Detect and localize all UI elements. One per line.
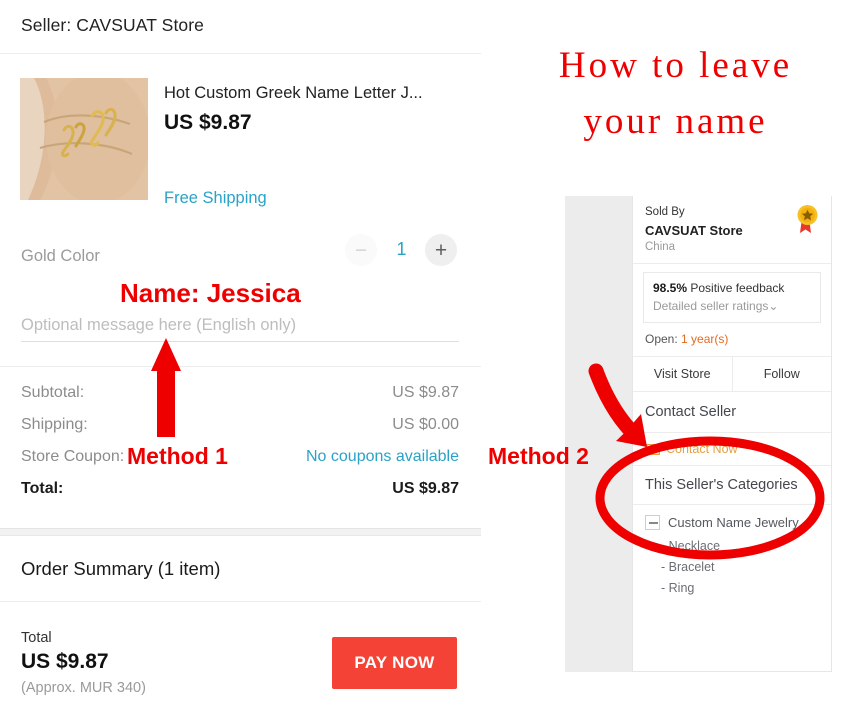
seller-action-row: Visit Store Follow xyxy=(633,357,831,392)
feedback-label: Positive feedback xyxy=(690,281,785,295)
category-child-bracelet[interactable]: - Bracelet xyxy=(633,555,831,576)
contact-now-link[interactable]: Contact Now xyxy=(633,433,831,466)
contact-seller-header: Contact Seller xyxy=(633,392,831,433)
seller-categories-header: This Seller's Categories xyxy=(633,466,831,505)
section-separator-band xyxy=(0,528,481,536)
feedback-box: 98.5% Positive feedback Detailed seller … xyxy=(643,272,821,323)
category-root-label: Custom Name Jewelry xyxy=(668,515,799,530)
name-annotation-label: Name: Jessica xyxy=(120,278,301,308)
pay-total-label: Total xyxy=(21,630,52,646)
totals-row-total: Total: US $9.87 xyxy=(0,476,481,508)
quantity-decrease-button[interactable]: − xyxy=(345,234,377,266)
totals-list: Subtotal: US $9.87 Shipping: US $0.00 St… xyxy=(0,380,481,508)
order-summary-title: Order Summary (1 item) xyxy=(21,558,221,579)
detailed-ratings-toggle[interactable]: Detailed seller ratings⌄ xyxy=(653,299,811,313)
pay-total-value: US $9.87 xyxy=(21,650,109,673)
detailed-ratings-label: Detailed seller ratings xyxy=(653,299,769,313)
top-seller-medal-icon xyxy=(795,204,821,234)
seller-country: China xyxy=(645,241,676,253)
screenshot-root: Seller: CAVSUAT Store Hot Custom Greek N… xyxy=(0,0,850,710)
collapse-minus-icon[interactable] xyxy=(645,515,660,530)
totals-row-shipping: Shipping: US $0.00 xyxy=(0,412,481,444)
envelope-icon xyxy=(645,443,661,455)
open-label: Open: xyxy=(645,332,678,346)
sold-by-section: Sold By CAVSUAT Store China xyxy=(633,196,831,264)
product-title[interactable]: Hot Custom Greek Name Letter J... xyxy=(164,84,464,103)
method2-annotation-label: Method 2 xyxy=(488,443,589,469)
order-summary-divider xyxy=(0,601,481,602)
product-thumbnail[interactable] xyxy=(20,78,148,200)
sold-by-label: Sold By xyxy=(645,206,685,218)
free-shipping-label[interactable]: Free Shipping xyxy=(164,189,267,208)
checkout-panel: Seller: CAVSUAT Store Hot Custom Greek N… xyxy=(0,0,481,710)
cart-item-row: Hot Custom Greek Name Letter J... US $9.… xyxy=(0,54,481,266)
open-value: 1 year(s) xyxy=(681,332,729,346)
method1-annotation-label: Method 1 xyxy=(127,443,228,469)
feedback-percent: 98.5% xyxy=(653,281,688,295)
total-label: Total: xyxy=(21,480,64,497)
product-price: US $9.87 xyxy=(164,111,252,134)
seller-info-card: Sold By CAVSUAT Store China 98.5% Positi… xyxy=(632,196,832,672)
follow-button[interactable]: Follow xyxy=(733,357,832,391)
seller-store-name[interactable]: CAVSUAT Store xyxy=(645,223,819,238)
visit-store-button[interactable]: Visit Store xyxy=(633,357,733,391)
totals-row-store-coupon: Store Coupon: No coupons available xyxy=(0,444,481,476)
totals-row-subtotal: Subtotal: US $9.87 xyxy=(0,380,481,412)
product-variant-label: Gold Color xyxy=(21,247,100,265)
quantity-increase-button[interactable]: + xyxy=(425,234,457,266)
total-value: US $9.87 xyxy=(392,480,459,497)
chevron-down-icon: ⌄ xyxy=(768,299,779,313)
shipping-label: Shipping: xyxy=(21,416,88,433)
shipping-value: US $0.00 xyxy=(392,416,459,433)
category-child-ring[interactable]: - Ring xyxy=(633,576,831,597)
contact-now-label: Contact Now xyxy=(666,442,738,456)
seller-header-text: Seller: CAVSUAT Store xyxy=(21,15,204,35)
quantity-value: 1 xyxy=(396,239,407,259)
seller-header-bar: Seller: CAVSUAT Store xyxy=(0,0,481,54)
store-coupon-value[interactable]: No coupons available xyxy=(306,448,459,466)
quantity-stepper[interactable]: − 1 + xyxy=(345,234,460,268)
category-root-row[interactable]: Custom Name Jewelry xyxy=(633,505,831,534)
tutorial-title: How to leave your name xyxy=(503,38,848,149)
tutorial-title-line2: your name xyxy=(583,100,768,142)
totals-divider xyxy=(0,366,481,367)
store-coupon-label: Store Coupon: xyxy=(21,448,125,465)
pay-approx-value: (Approx. MUR 340) xyxy=(21,680,146,696)
tutorial-title-line1: How to leave xyxy=(558,45,793,86)
category-child-necklace[interactable]: - Necklace xyxy=(633,534,831,555)
subtotal-value: US $9.87 xyxy=(392,384,459,401)
feedback-line: 98.5% Positive feedback xyxy=(653,281,811,295)
message-input[interactable] xyxy=(21,310,459,342)
subtotal-label: Subtotal: xyxy=(21,384,85,401)
pay-now-button[interactable]: PAY NOW xyxy=(332,637,457,689)
open-duration-row: Open: 1 year(s) xyxy=(633,323,831,357)
